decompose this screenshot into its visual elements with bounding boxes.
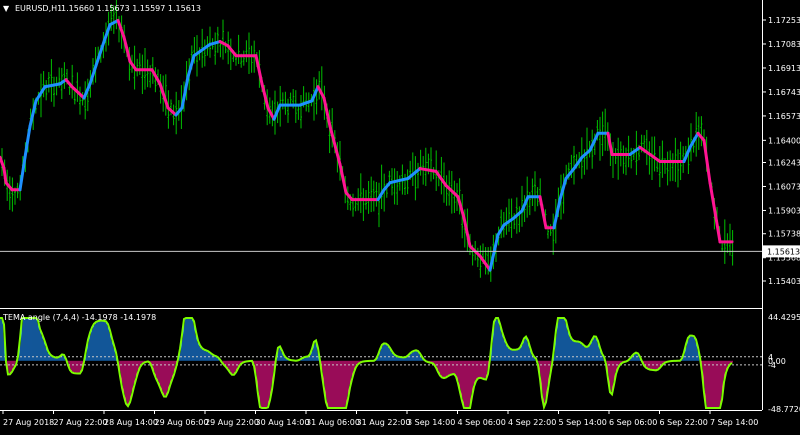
time-tick-label: 31 Aug 22:00 (357, 418, 411, 427)
indicator-tick-label: -4 (768, 361, 776, 370)
time-tick-label: 4 Sep 06:00 (458, 418, 506, 427)
time-axis[interactable]: 27 Aug 2018 27 Aug 22:0028 Aug 14:0029 Au… (2, 410, 758, 427)
indicator-tick-label: 44.4295 (768, 313, 800, 322)
time-tick-label: 28 Aug 14:00 (104, 418, 158, 427)
price-tick-label: 1.16400 (768, 136, 800, 145)
tema-segment (298, 99, 314, 107)
price-tick-label: 1.15403 (768, 277, 800, 286)
angle-line (0, 317, 733, 411)
price-pane[interactable] (0, 0, 762, 282)
chart-canvas[interactable]: 1.17253 1.17083 1.16913 1.16743 1.16573 1.164… (0, 0, 800, 431)
tema-segment (226, 44, 238, 58)
price-tick-label: 1.16073 (768, 182, 800, 191)
indicator-pane[interactable] (0, 317, 762, 411)
indicator-tick-label: -48.7720 (768, 405, 800, 414)
time-tick-label: 5 Sep 14:00 (559, 418, 607, 427)
time-tick-label: 7 Sep 14:00 (710, 418, 758, 427)
ohlc-values: 1.15660 1.15673 1.15597 1.15613 (61, 4, 201, 13)
time-tick-label: 3 Sep 14:00 (407, 418, 455, 427)
price-tick-label: 1.17083 (768, 40, 800, 49)
tema-segment (166, 106, 178, 117)
tema-segment (208, 40, 222, 46)
current-price-label: 1.15613 (767, 247, 800, 256)
chart-menu-icon[interactable]: ▼ (3, 4, 10, 13)
tema-line (0, 18, 734, 272)
tema-segment (0, 155, 6, 171)
time-tick-label: 30 Aug 14:00 (256, 418, 310, 427)
time-tick-label: 27 Aug 2018 (3, 418, 54, 427)
tema-segment (572, 155, 584, 171)
price-tick-label: 1.16913 (768, 64, 800, 73)
time-tick-label: 6 Sep 06:00 (609, 418, 657, 427)
mt4-chart-window[interactable]: 1.17253 1.17083 1.16913 1.16743 1.16573 1.164… (0, 0, 800, 431)
indicator-title: TEMA angle (7,4,4) -14.1978 -14.1978 (2, 313, 156, 322)
tema-segment (94, 40, 106, 68)
symbol-label: EURUSD,H1 (15, 4, 62, 13)
tema-segment (564, 167, 576, 180)
time-tick-label: 6 Sep 22:00 (660, 418, 708, 427)
tema-segment (456, 195, 466, 220)
price-tick-label: 1.15738 (768, 230, 800, 239)
price-tick-label: 1.15903 (768, 206, 800, 215)
time-tick-label: 29 Aug 22:00 (205, 418, 259, 427)
price-tick-label: 1.16743 (768, 88, 800, 97)
tema-segment (708, 181, 718, 220)
time-tick-label: 27 Aug 22:00 (54, 418, 108, 427)
price-tick-label: 1.17253 (768, 16, 800, 25)
price-bars (1, 0, 734, 282)
tema-segment (512, 209, 524, 220)
tema-segment (714, 216, 722, 244)
tema-segment (158, 82, 170, 110)
price-tick-label: 1.16243 (768, 158, 800, 167)
price-tick-label: 1.16573 (768, 112, 800, 121)
tema-segment (606, 131, 614, 156)
tema-segment (2, 167, 8, 185)
tema-segment (580, 148, 592, 159)
tema-segment (43, 82, 62, 89)
time-tick-label: 4 Sep 22:00 (508, 418, 556, 427)
tema-segment (588, 131, 600, 152)
indicator-axis: 44.429540.00-4-48.7720 (768, 313, 800, 414)
time-tick-label: 31 Aug 06:00 (306, 418, 360, 427)
tema-segment (552, 198, 562, 230)
current-price-tag: 1.15613 (763, 245, 800, 258)
time-tick-label: 29 Aug 06:00 (155, 418, 209, 427)
